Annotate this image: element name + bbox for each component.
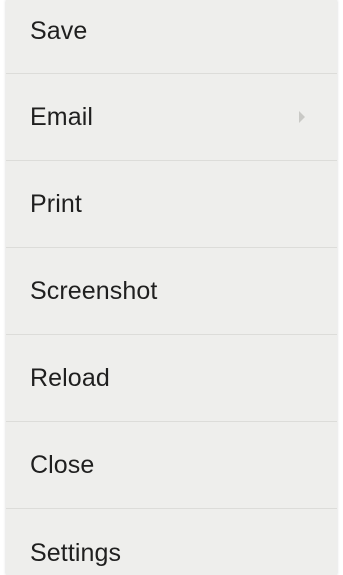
menu-item-print[interactable]: Print	[6, 161, 337, 248]
menu-item-label: Print	[30, 189, 82, 218]
menu-item-settings[interactable]: Settings	[6, 509, 337, 575]
menu-item-email[interactable]: Email	[6, 74, 337, 161]
context-menu: Save Email Print Screenshot Reload Close…	[6, 0, 337, 575]
menu-item-save[interactable]: Save	[6, 0, 337, 74]
menu-item-close[interactable]: Close	[6, 422, 337, 509]
menu-item-label: Email	[30, 102, 94, 131]
menu-item-label: Save	[30, 17, 88, 45]
menu-item-label: Close	[30, 450, 95, 479]
chevron-right-icon	[299, 111, 305, 123]
menu-item-screenshot[interactable]: Screenshot	[6, 248, 337, 335]
menu-item-label: Settings	[30, 539, 122, 567]
menu-item-reload[interactable]: Reload	[6, 335, 337, 422]
menu-item-label: Reload	[30, 363, 110, 392]
menu-item-label: Screenshot	[30, 276, 158, 305]
